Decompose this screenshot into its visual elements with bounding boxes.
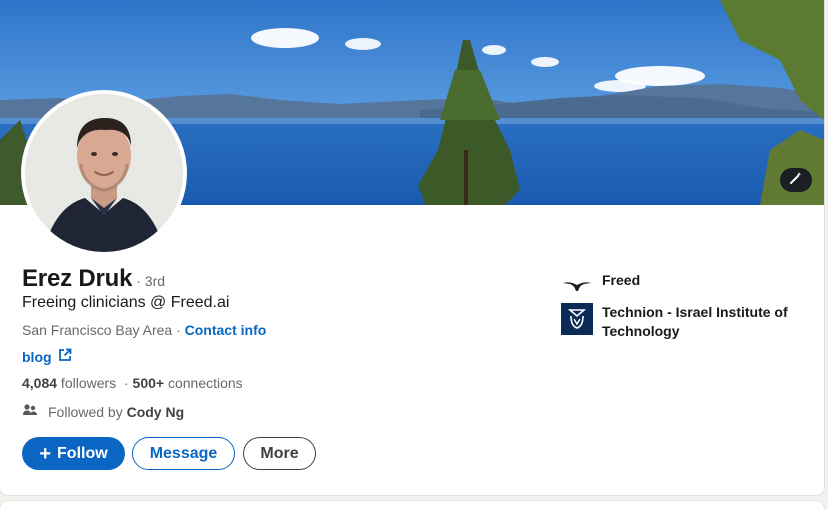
name-row: Erez Druk · 3rd <box>22 265 165 293</box>
plus-icon: + <box>39 442 52 465</box>
freed-logo-icon <box>561 270 593 302</box>
follow-button[interactable]: + Follow <box>22 437 125 470</box>
followed-by-name[interactable]: Cody Ng <box>127 404 185 420</box>
current-company-item[interactable]: Freed <box>561 270 802 302</box>
stats-row: 4,084 followers · 500+ connections <box>22 375 243 391</box>
profile-card: Erez Druk · 3rd Freeing clinicians @ Fre… <box>0 0 824 495</box>
school-label: Technion - Israel Institute of Technolog… <box>602 304 788 339</box>
profile-headline: Freeing clinicians @ Freed.ai <box>22 294 230 311</box>
contact-info-link[interactable]: Contact info <box>185 322 267 338</box>
follow-label: Follow <box>57 444 108 462</box>
followers-count: 4,084 <box>22 375 58 391</box>
location-text: San Francisco Bay Area · <box>22 322 185 338</box>
location-row: San Francisco Bay Area · Contact info <box>22 322 266 338</box>
connection-degree: · 3rd <box>136 273 166 289</box>
blog-row: blog <box>22 348 72 365</box>
connections-label[interactable]: connections <box>164 375 243 391</box>
avatar[interactable] <box>21 90 187 256</box>
edit-banner-button[interactable] <box>780 168 812 192</box>
followers-label: followers <box>57 375 117 391</box>
followed-by-prefix: Followed by <box>48 403 127 420</box>
education-item[interactable]: Technion - Israel Institute of Technolog… <box>561 303 802 341</box>
technion-logo-icon <box>561 303 593 335</box>
stats-separator: · <box>116 375 133 391</box>
profile-name: Erez Druk <box>22 265 133 292</box>
blog-link[interactable]: blog <box>22 349 52 365</box>
company-label: Freed <box>602 272 641 288</box>
connections-count[interactable]: 500+ <box>133 375 165 391</box>
external-link-icon[interactable] <box>58 348 72 365</box>
magic-wand-icon <box>789 171 803 190</box>
more-button[interactable]: More <box>243 437 316 470</box>
followed-by-row[interactable]: Followed by Cody Ng <box>22 402 184 421</box>
message-button[interactable]: Message <box>132 437 235 470</box>
next-card-edge <box>0 501 824 509</box>
people-icon <box>22 402 38 421</box>
